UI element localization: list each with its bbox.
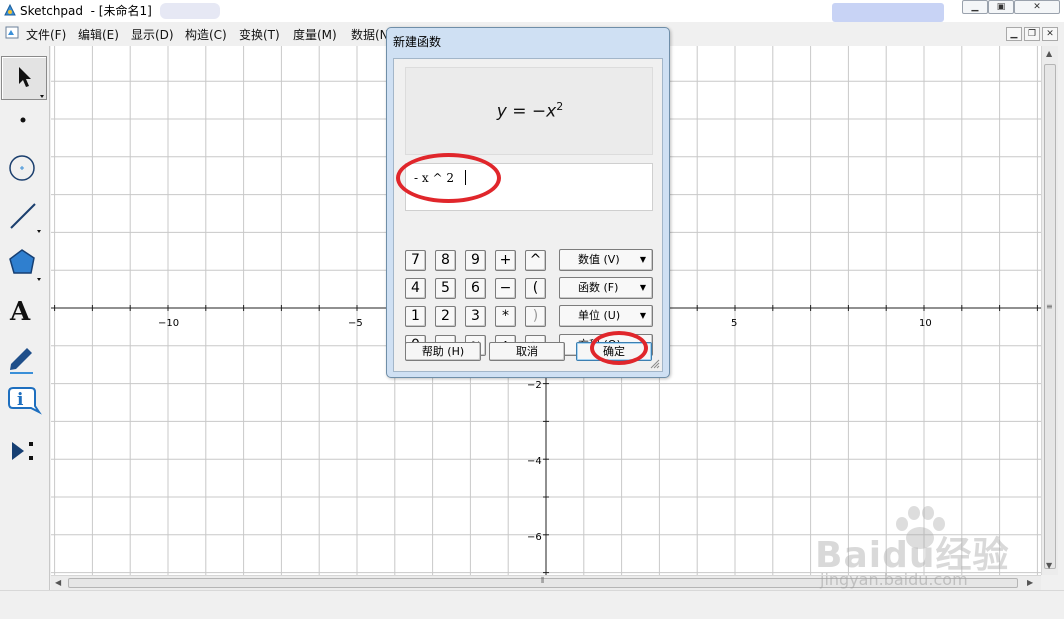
watermark-url: jingyan.baidu.com	[820, 570, 968, 589]
y-tick-label: −2	[527, 380, 542, 391]
preview-base: x	[546, 101, 557, 122]
information-tool[interactable]: i	[1, 382, 47, 426]
key-plus[interactable]: +	[495, 250, 516, 271]
marker-tool[interactable]	[1, 334, 47, 378]
point-tool[interactable]	[1, 100, 47, 144]
close-button[interactable]: ✕	[1014, 0, 1060, 14]
scroll-up-arrow[interactable]: ▲	[1046, 49, 1052, 58]
info-icon: i	[8, 387, 42, 415]
vertical-scrollbar[interactable]: ▲ ≡ ▼	[1041, 46, 1058, 575]
key-open-paren[interactable]: (	[525, 278, 546, 299]
chevron-down-icon: ▼	[639, 283, 646, 292]
scroll-left-arrow[interactable]: ◀	[55, 578, 61, 587]
scroll-grip: ≡	[1046, 302, 1053, 311]
text-tool-glyph: A	[9, 297, 31, 327]
mdi-restore-button[interactable]: ❐	[1024, 27, 1040, 41]
key-power[interactable]: ^	[525, 250, 546, 271]
mdi-close-button[interactable]: ✕	[1042, 27, 1058, 41]
document-icon[interactable]	[5, 26, 19, 39]
polygon-tool[interactable]	[1, 242, 47, 286]
x-tick-label: −5	[348, 318, 363, 329]
preview-exponent: 2	[556, 100, 564, 113]
circle-icon	[9, 155, 35, 181]
line-segment-icon	[10, 203, 41, 233]
blurred-region	[832, 3, 944, 22]
compass-tool[interactable]	[1, 146, 47, 190]
menu-measure[interactable]: 度量(M)	[293, 26, 337, 43]
new-function-dialog: 新建函数 y = −x2 - x ^ 2 7 8 9 + ^ 4 5 6 − (…	[386, 27, 670, 378]
key-4[interactable]: 4	[405, 278, 426, 299]
key-9[interactable]: 9	[465, 250, 486, 271]
straightedge-tool[interactable]	[1, 194, 47, 238]
key-2[interactable]: 2	[435, 306, 456, 327]
function-input-text: - x ^ 2	[414, 171, 454, 185]
x-tick-label: 10	[919, 318, 932, 329]
units-dropdown[interactable]: 单位 (U) ▼	[559, 305, 653, 327]
status-bar	[0, 590, 1064, 619]
point-icon	[20, 117, 26, 123]
function-input[interactable]: - x ^ 2	[405, 163, 653, 211]
dialog-body: y = −x2 - x ^ 2 7 8 9 + ^ 4 5 6 − ( 1 2 …	[393, 58, 663, 372]
blurred-region	[160, 3, 220, 19]
functions-dropdown-label: 函数 (F)	[578, 281, 619, 294]
function-preview: y = −x2	[405, 67, 653, 155]
functions-dropdown[interactable]: 函数 (F) ▼	[559, 277, 653, 299]
custom-tool[interactable]	[1, 430, 47, 474]
vertical-scroll-thumb[interactable]	[1044, 64, 1056, 569]
text-icon: A	[9, 297, 31, 327]
cancel-button[interactable]: 取消	[489, 342, 565, 361]
values-dropdown-label: 数值 (V)	[578, 253, 620, 266]
key-7[interactable]: 7	[405, 250, 426, 271]
menu-construct[interactable]: 构造(C)	[185, 26, 227, 43]
key-close-paren[interactable]: )	[525, 306, 546, 327]
help-button[interactable]: 帮助 (H)	[405, 342, 481, 361]
scroll-down-arrow[interactable]: ▼	[1046, 561, 1052, 570]
menu-data[interactable]: 数据(N	[351, 26, 389, 43]
key-3[interactable]: 3	[465, 306, 486, 327]
x-tick-label: −10	[158, 318, 179, 329]
chevron-down-icon: ▼	[639, 311, 646, 320]
key-5[interactable]: 5	[435, 278, 456, 299]
text-caret	[465, 170, 466, 185]
resize-grip-icon[interactable]	[650, 359, 660, 369]
preview-equals: = −	[506, 101, 547, 122]
arrow-icon	[19, 67, 44, 98]
info-tool-glyph: i	[17, 390, 24, 410]
text-tool[interactable]: A	[1, 288, 47, 332]
arrow-tool[interactable]	[1, 56, 47, 100]
dialog-title: 新建函数	[393, 35, 442, 49]
scroll-grip: ⦀	[541, 576, 545, 585]
key-8[interactable]: 8	[435, 250, 456, 271]
menu-file[interactable]: 文件(F)	[26, 26, 66, 43]
values-dropdown[interactable]: 数值 (V) ▼	[559, 249, 653, 271]
sketchpad-app-icon	[4, 3, 16, 16]
window-title: Sketchpad - [未命名1]	[20, 4, 152, 18]
scroll-right-arrow[interactable]: ▶	[1027, 578, 1033, 587]
marker-icon	[10, 348, 33, 374]
key-minus[interactable]: −	[495, 278, 516, 299]
menu-display[interactable]: 显示(D)	[131, 26, 174, 43]
mdi-minimize-button[interactable]: ▁	[1006, 27, 1022, 41]
y-tick-label: −6	[527, 532, 542, 543]
polygon-icon	[9, 249, 41, 281]
key-multiply[interactable]: *	[495, 306, 516, 327]
toolbox: A i	[0, 46, 50, 590]
x-tick-label: 5	[731, 318, 737, 329]
title-bar: Sketchpad - [未命名1] ▁ ▣ ✕	[0, 0, 1064, 22]
maximize-button[interactable]: ▣	[988, 0, 1014, 14]
y-tick-label: −4	[527, 456, 542, 467]
menu-transform[interactable]: 变换(T)	[239, 26, 280, 43]
menu-edit[interactable]: 编辑(E)	[78, 26, 119, 43]
chevron-down-icon: ▼	[639, 255, 646, 264]
key-1[interactable]: 1	[405, 306, 426, 327]
custom-tool-icon	[12, 442, 33, 460]
key-6[interactable]: 6	[465, 278, 486, 299]
ok-button[interactable]: 确定	[576, 342, 652, 361]
minimize-button[interactable]: ▁	[962, 0, 988, 14]
preview-variable: y	[496, 101, 507, 122]
preview-expression: y = −x2	[406, 100, 654, 122]
units-dropdown-label: 单位 (U)	[578, 309, 621, 322]
